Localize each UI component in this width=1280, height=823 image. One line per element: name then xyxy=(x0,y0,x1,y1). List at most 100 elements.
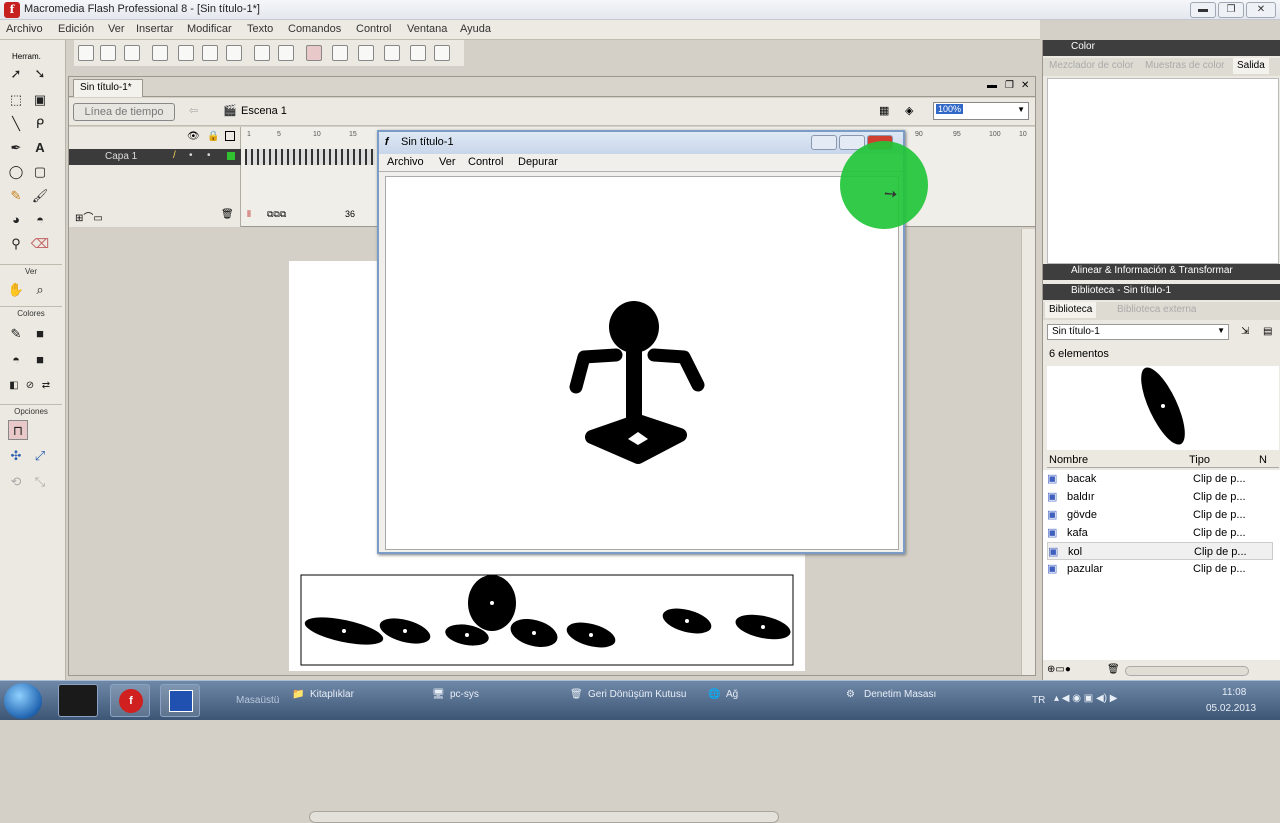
save-icon[interactable] xyxy=(124,45,140,61)
gradient-transform-icon[interactable]: ▣ xyxy=(30,90,50,110)
library-item-kol[interactable]: ▣ kol Clip de p... xyxy=(1047,542,1273,560)
color-panel-header[interactable]: Color xyxy=(1043,40,1280,56)
back-arrow-icon[interactable]: ⇦ xyxy=(189,104,198,117)
col-name[interactable]: Nombre xyxy=(1049,454,1088,466)
center-frame-icon[interactable]: ⦀ xyxy=(247,209,251,220)
oval-tool-icon[interactable]: ◯ xyxy=(6,162,26,182)
outline-color-swatch[interactable] xyxy=(227,152,235,160)
output-area[interactable] xyxy=(1047,78,1279,264)
tab-color-mixer[interactable]: Mezclador de color xyxy=(1045,58,1137,74)
menu-texto[interactable]: Texto xyxy=(247,23,273,35)
close-button[interactable]: ✕ xyxy=(1246,2,1276,18)
taskbar-recycle-bin[interactable]: Geri Dönüşüm Kutusu xyxy=(588,689,686,700)
free-transform-icon[interactable]: ⬚ xyxy=(6,90,26,110)
outline-icon[interactable] xyxy=(225,131,235,141)
col-n[interactable]: N xyxy=(1259,454,1267,466)
tab-swatches[interactable]: Muestras de color xyxy=(1141,58,1228,74)
hand-tool-icon[interactable]: ✋ xyxy=(6,280,26,300)
layer-row-capa-1[interactable]: Capa 1 / • • xyxy=(69,149,241,165)
cmd-taskbar-icon[interactable] xyxy=(58,684,98,717)
flash-player-taskbar-icon[interactable] xyxy=(160,684,200,717)
print-icon[interactable] xyxy=(152,45,168,61)
ink-bottle-icon[interactable]: ◕ xyxy=(6,210,26,230)
scale-icon[interactable] xyxy=(410,45,426,61)
tab-output[interactable]: Salida xyxy=(1233,58,1269,74)
rotate-icon[interactable] xyxy=(384,45,400,61)
cut-icon[interactable] xyxy=(178,45,194,61)
player-minimize-button[interactable] xyxy=(811,135,837,150)
snap-magnet-icon[interactable] xyxy=(306,45,322,61)
onion-skin-icon[interactable]: ⧉⧉⧉ xyxy=(267,209,286,220)
timeline-toggle-button[interactable]: Línea de tiempo xyxy=(73,103,175,121)
horizontal-scrollbar[interactable] xyxy=(309,811,779,823)
swap-colors-icon[interactable]: ⇄ xyxy=(36,376,56,396)
smooth-option-icon[interactable]: ✣ xyxy=(6,446,26,466)
eraser-icon[interactable]: ⌫ xyxy=(30,234,50,254)
new-file-icon[interactable] xyxy=(78,45,94,61)
menu-insertar[interactable]: Insertar xyxy=(136,23,173,35)
undo-icon[interactable] xyxy=(254,45,270,61)
fill-color-icon[interactable]: ◓ xyxy=(6,350,26,370)
new-library-panel-icon[interactable]: ▤ xyxy=(1263,326,1272,337)
library-panel-header[interactable]: Biblioteca - Sin título-1 xyxy=(1043,284,1280,300)
menu-archivo[interactable]: Archivo xyxy=(6,23,43,35)
align-panel-header[interactable]: Alinear & Información & Transformar xyxy=(1043,264,1280,280)
menu-comandos[interactable]: Comandos xyxy=(288,23,341,35)
library-item-baldir[interactable]: ▣ baldır Clip de p... xyxy=(1047,488,1273,506)
desktop-label[interactable]: Masaüstü xyxy=(236,695,279,706)
open-icon[interactable] xyxy=(100,45,116,61)
redo-icon[interactable] xyxy=(278,45,294,61)
library-select[interactable]: Sin título-1 ▼ xyxy=(1047,324,1229,340)
tab-library[interactable]: Biblioteca xyxy=(1045,302,1097,318)
new-symbol-icon[interactable]: ⊕▭● xyxy=(1047,664,1071,675)
text-tool-icon[interactable]: A xyxy=(30,138,50,158)
menu-edicion[interactable]: Edición xyxy=(58,23,94,35)
col-type[interactable]: Tipo xyxy=(1189,454,1210,466)
taskbar-network[interactable]: Ağ xyxy=(726,689,738,700)
flash-taskbar-icon[interactable]: f xyxy=(110,684,150,717)
library-item-govde[interactable]: ▣ gövde Clip de p... xyxy=(1047,506,1273,524)
selection-tool-icon[interactable]: ➚ xyxy=(6,64,26,84)
brush-tool-icon[interactable]: 🖌 xyxy=(30,186,50,206)
eye-icon[interactable]: 👁 xyxy=(187,131,200,142)
taskbar-control-panel[interactable]: Denetim Masası xyxy=(864,689,936,700)
straighten-icon[interactable] xyxy=(358,45,374,61)
menu-ventana[interactable]: Ventana xyxy=(407,23,447,35)
delete-symbol-icon[interactable]: 🗑 xyxy=(1107,664,1120,675)
library-item-pazular[interactable]: ▣ pazular Clip de p... xyxy=(1047,560,1273,578)
pencil-tool-icon[interactable]: ✎ xyxy=(6,186,26,206)
smooth-icon[interactable] xyxy=(332,45,348,61)
copy-icon[interactable] xyxy=(202,45,218,61)
delete-layer-icon[interactable]: 🗑 xyxy=(221,209,234,220)
menu-modificar[interactable]: Modificar xyxy=(187,23,232,35)
language-indicator[interactable]: TR xyxy=(1032,695,1045,706)
fill-swatch[interactable]: ■ xyxy=(30,350,50,370)
rectangle-tool-icon[interactable]: ▢ xyxy=(30,162,50,182)
zoom-select[interactable]: 100% ▼ xyxy=(933,102,1029,120)
player-menu-archivo[interactable]: Archivo xyxy=(387,156,424,168)
player-menu-ver[interactable]: Ver xyxy=(439,156,456,168)
maximize-button[interactable]: ❐ xyxy=(1218,2,1244,18)
doc-close-icon[interactable]: ✕ xyxy=(1021,80,1029,91)
minimize-button[interactable]: ▬ xyxy=(1190,2,1216,18)
start-button[interactable] xyxy=(4,683,42,719)
align-icon[interactable] xyxy=(434,45,450,61)
eyedropper-icon[interactable]: ⚲ xyxy=(6,234,26,254)
frames-area[interactable]: 1 5 10 15 ⦀ ⧉⧉⧉ 36 xyxy=(243,127,375,227)
menu-ver[interactable]: Ver xyxy=(108,23,125,35)
zoom-tool-icon[interactable]: ⌕ xyxy=(30,280,50,300)
player-canvas[interactable] xyxy=(385,176,899,550)
library-hscroll[interactable] xyxy=(1125,666,1249,676)
taskbar-libraries[interactable]: Kitaplıklar xyxy=(310,689,354,700)
add-layer-icon[interactable]: ⊞⌒▭ xyxy=(75,209,103,224)
frame-strip[interactable] xyxy=(245,149,375,165)
taskbar-pc-sys[interactable]: pc-sys xyxy=(450,689,479,700)
straighten-option-icon[interactable]: ⤢ xyxy=(30,446,50,466)
clock-date[interactable]: 05.02.2013 xyxy=(1206,703,1256,714)
pin-library-icon[interactable]: ⇲ xyxy=(1241,326,1249,337)
vertical-scrollbar[interactable] xyxy=(1021,229,1035,675)
tab-sin-titulo[interactable]: Sin título-1* xyxy=(73,79,143,97)
snap-option-icon[interactable]: ⊓ xyxy=(8,420,28,440)
library-item-kafa[interactable]: ▣ kafa Clip de p... xyxy=(1047,524,1273,542)
clock-time[interactable]: 11:08 xyxy=(1222,687,1246,698)
